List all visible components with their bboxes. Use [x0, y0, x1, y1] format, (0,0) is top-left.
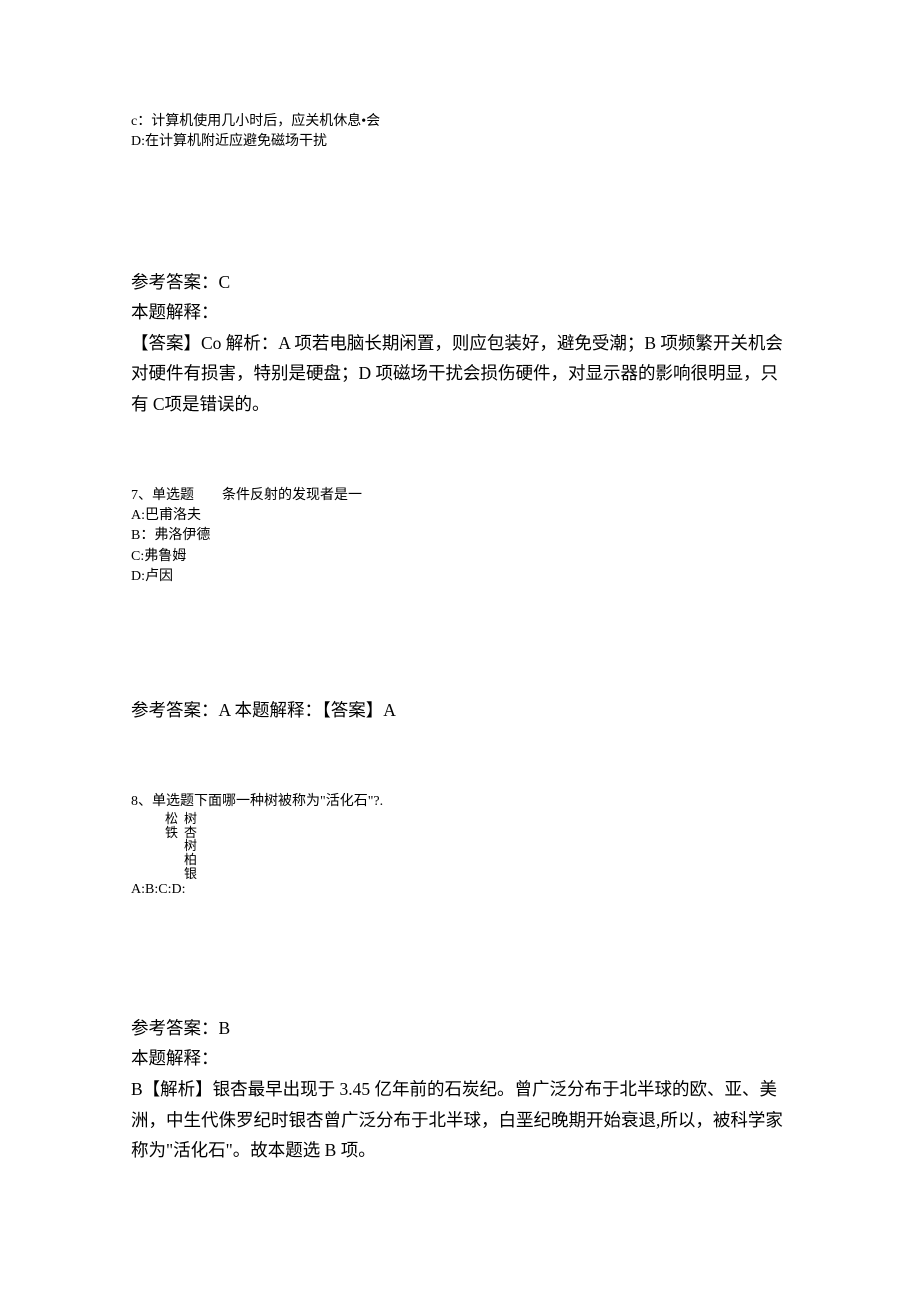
q8-stem: 8、单选题下面哪一种树被称为"活化石"?.: [131, 792, 789, 812]
q6-option-c: c：计算机使用几小时后，应关机休息•会: [131, 112, 789, 132]
q7-option-c: C:弗鲁姆: [131, 547, 789, 567]
q6-explanation-body: 【答案】Co 解析：A 项若电脑长期闲置，则应包装好，避免受潮；B 项频繁开关机…: [131, 328, 789, 420]
q8-vertical-options: 松 铁 树 杏 树 柏 银: [165, 812, 789, 880]
q8-answer-label: 参考答案：B: [131, 1013, 789, 1044]
q7-answer-line: 参考答案：A 本题解释：【答案】A: [131, 695, 789, 726]
document-page: c：计算机使用几小时后，应关机休息•会 D:在计算机附近应避免磁场干扰 参考答案…: [0, 0, 920, 1301]
q7-option-b: B：弗洛伊德: [131, 526, 789, 546]
q7-stem: 7、单选题 条件反射的发现者是一: [131, 486, 789, 506]
q6-explanation-label: 本题解释：: [131, 297, 789, 328]
q8-explanation-body: B【解析】银杏最早出现于 3.45 亿年前的石炭纪。曾广泛分布于北半球的欧、亚、…: [131, 1074, 789, 1166]
q8-option-labels: A:B:C:D:: [131, 880, 789, 900]
q8-vert-col2: 树 杏 树 柏 银: [184, 812, 197, 880]
q8-explanation-label: 本题解释：: [131, 1043, 789, 1074]
q6-answer-label: 参考答案：C: [131, 267, 789, 298]
q7-option-a: A:巴甫洛夫: [131, 506, 789, 526]
q8-vert-col1: 松 铁: [165, 812, 178, 880]
q6-option-d: D:在计算机附近应避免磁场干扰: [131, 132, 789, 152]
q7-option-d: D:卢因: [131, 567, 789, 587]
